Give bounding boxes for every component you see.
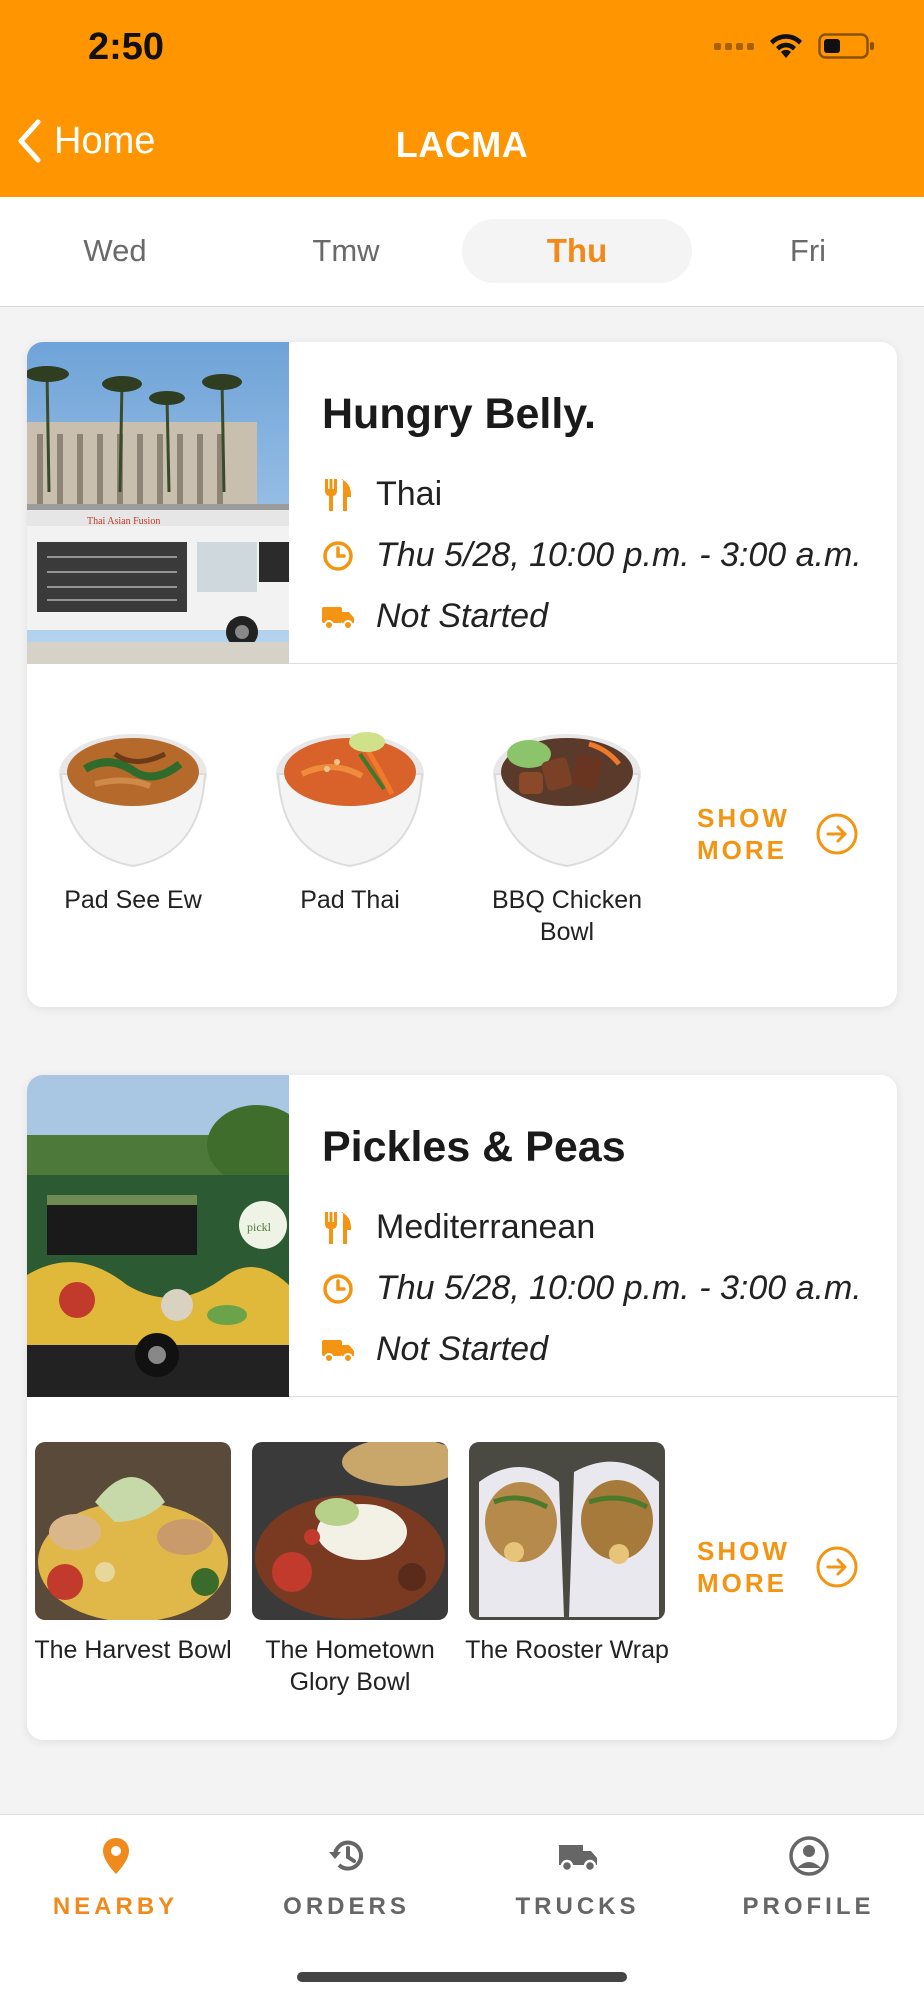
svg-text:Thai Asian Fusion: Thai Asian Fusion (87, 516, 160, 527)
truck-icon (320, 599, 356, 635)
status-label: Not Started (376, 597, 548, 635)
tab-thu[interactable]: Thu (462, 219, 692, 283)
wifi-icon (768, 32, 804, 60)
tab-label: NEARBY (52, 1893, 179, 1920)
arrow-right-circle-icon (816, 1546, 858, 1588)
dish-image (55, 714, 211, 870)
cuisine-label: Mediterranean (376, 1208, 596, 1246)
menu-item-pad-thai[interactable]: Pad Thai (245, 714, 455, 916)
schedule-row: Thu 5/28, 10:00 p.m. - 3:00 a.m. (320, 536, 862, 575)
status-icons (714, 32, 876, 60)
menu-item-name: Pad Thai (300, 886, 400, 914)
header: 2:50 Home LACMA (0, 0, 924, 197)
tab-trucks[interactable]: TRUCKS (462, 1831, 693, 1921)
menu-item-name: The Hometown Glory Bowl (265, 1636, 435, 1696)
truck-card-hungry-belly[interactable]: Thai Asian Fusion Hungry Belly. Thai Thu… (27, 342, 897, 1007)
truck-card-header: Thai Asian Fusion Hungry Belly. Thai Thu… (27, 342, 897, 664)
truck-icon (320, 1332, 356, 1368)
truck-card-header: pickl Pickles & Peas Mediterranean Thu 5… (27, 1075, 897, 1397)
arrow-right-circle-icon (816, 813, 858, 855)
dish-image (272, 714, 428, 870)
utensils-icon (320, 1210, 356, 1246)
menu-item-the-hometown-glory-bowl[interactable]: The Hometown Glory Bowl (245, 1442, 455, 1698)
tab-label: TRUCKS (515, 1893, 640, 1920)
tab-wed[interactable]: Wed (0, 219, 230, 283)
menu-item-the-rooster-wrap[interactable]: The Rooster Wrap (462, 1442, 672, 1666)
clock-icon (320, 538, 356, 574)
utensils-icon (320, 477, 356, 513)
tab-label: PROFILE (742, 1893, 875, 1920)
schedule-row: Thu 5/28, 10:00 p.m. - 3:00 a.m. (320, 1269, 862, 1308)
dish-image (489, 714, 645, 870)
menu-item-the-harvest-bowl[interactable]: The Harvest Bowl (28, 1442, 238, 1666)
location-pin-icon (0, 1831, 231, 1881)
dish-image (35, 1442, 231, 1620)
status-row: Not Started (320, 597, 548, 636)
show-more-label: SHOW MORE (697, 1536, 790, 1598)
truck-photo: pickl (27, 1075, 289, 1397)
menu-item-bbq-chicken-bowl[interactable]: BBQ Chicken Bowl (462, 714, 672, 948)
profile-icon (693, 1831, 924, 1881)
signal-icon (714, 42, 754, 50)
tab-fri[interactable]: Fri (693, 219, 923, 283)
menu-item-pad-see-ew[interactable]: Pad See Ew (28, 714, 238, 916)
cuisine-label: Thai (376, 475, 443, 513)
truck-icon (462, 1831, 693, 1881)
menu-item-name: The Rooster Wrap (465, 1636, 669, 1664)
cuisine-row: Mediterranean (320, 1208, 595, 1247)
app-screen: 2:50 Home LACMA Wed Tmw Thu Fri Thai Asi… (0, 0, 924, 2000)
cuisine-row: Thai (320, 475, 442, 514)
truck-photo: Thai Asian Fusion (27, 342, 289, 664)
status-label: Not Started (376, 1330, 548, 1368)
show-more-button[interactable]: SHOW MORE (697, 802, 859, 866)
tab-orders[interactable]: ORDERS (231, 1831, 462, 1921)
menu-item-name: Pad See Ew (64, 886, 202, 914)
truck-card-pickles-and-peas[interactable]: pickl Pickles & Peas Mediterranean Thu 5… (27, 1075, 897, 1740)
menu-item-name: BBQ Chicken Bowl (491, 886, 643, 946)
show-more-label: SHOW MORE (697, 803, 790, 865)
tab-tmw[interactable]: Tmw (231, 219, 461, 283)
status-time: 2:50 (88, 26, 165, 68)
truck-name: Pickles & Peas (322, 1123, 626, 1171)
show-more-button[interactable]: SHOW MORE (697, 1535, 859, 1599)
status-row: Not Started (320, 1330, 548, 1369)
clock-icon (320, 1271, 356, 1307)
dish-image (252, 1442, 448, 1620)
day-tabs: Wed Tmw Thu Fri (0, 197, 924, 307)
truck-name: Hungry Belly. (322, 390, 596, 438)
page-title: LACMA (395, 124, 529, 165)
svg-text:pickl: pickl (247, 1220, 272, 1234)
tab-label: ORDERS (283, 1893, 410, 1920)
dish-image (469, 1442, 665, 1620)
tab-nearby[interactable]: NEARBY (0, 1831, 231, 1921)
schedule-label: Thu 5/28, 10:00 p.m. - 3:00 a.m. (376, 536, 862, 574)
battery-icon (818, 32, 876, 60)
home-indicator (297, 1972, 627, 1982)
history-icon (231, 1831, 462, 1881)
menu-item-name: The Harvest Bowl (34, 1636, 232, 1664)
tab-profile[interactable]: PROFILE (693, 1831, 924, 1921)
schedule-label: Thu 5/28, 10:00 p.m. - 3:00 a.m. (376, 1269, 862, 1307)
